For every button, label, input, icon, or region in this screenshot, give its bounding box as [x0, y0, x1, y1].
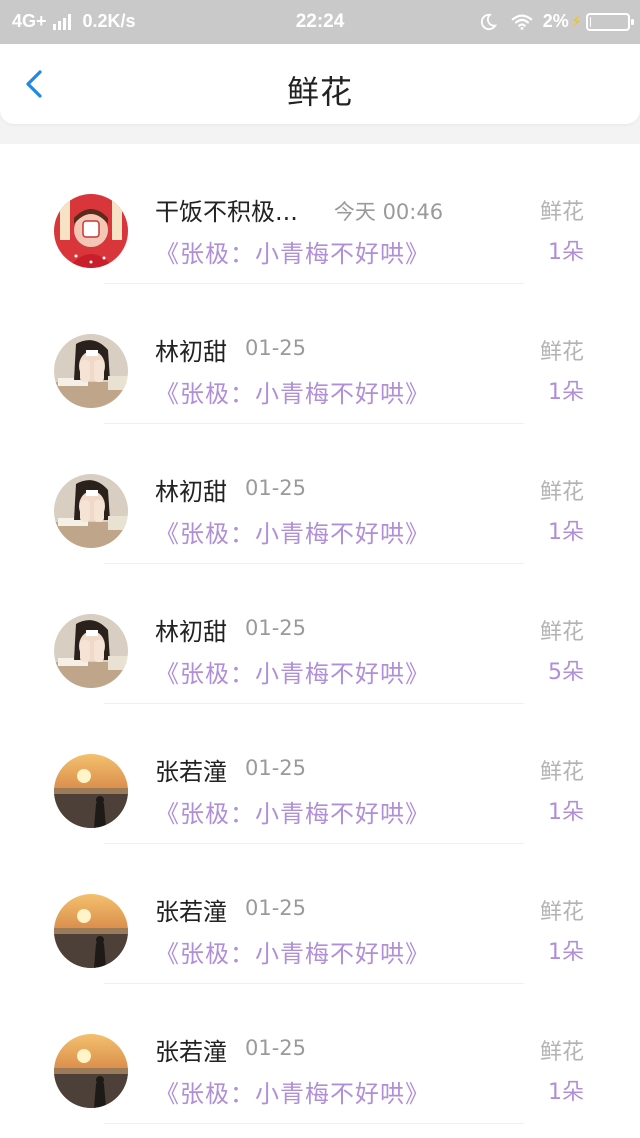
gift-type: 鲜花	[539, 340, 584, 365]
gift-type: 鲜花	[539, 200, 584, 225]
gift-time: 01-25	[245, 616, 307, 640]
gift-count: 1朵	[548, 520, 584, 545]
gift-type: 鲜花	[539, 760, 584, 785]
sunset-beach-avatar[interactable]	[54, 1034, 128, 1108]
battery-fill	[590, 16, 591, 27]
book-title[interactable]: 《张极：小青梅不好哄》	[155, 654, 430, 689]
girl-photo-avatar[interactable]	[54, 474, 128, 548]
user-name: 林初甜	[155, 338, 227, 366]
gift-time: 今天 00:46	[333, 200, 444, 224]
gift-time: 01-25	[245, 1036, 307, 1060]
gift-type: 鲜花	[539, 900, 584, 925]
sunset-beach-avatar[interactable]	[54, 894, 128, 968]
user-name: 林初甜	[155, 618, 227, 646]
gift-count: 5朵	[548, 660, 584, 685]
list-item[interactable]: 干饭不积极... 今天 00:46 《张极：小青梅不好哄》 鲜花 1朵	[0, 144, 640, 284]
book-title[interactable]: 《张极：小青梅不好哄》	[155, 1074, 430, 1109]
wifi-icon	[511, 13, 533, 30]
user-name: 张若潼	[155, 898, 227, 926]
book-title[interactable]: 《张极：小青梅不好哄》	[155, 234, 430, 269]
book-title[interactable]: 《张极：小青梅不好哄》	[155, 514, 430, 549]
gift-count: 1朵	[548, 240, 584, 265]
list-item[interactable]: 林初甜 01-25 《张极：小青梅不好哄》 鲜花 1朵	[0, 424, 640, 564]
gift-count: 1朵	[548, 380, 584, 405]
list-item[interactable]: 张若潼 01-25 《张极：小青梅不好哄》 鲜花 1朵	[0, 984, 640, 1124]
book-title[interactable]: 《张极：小青梅不好哄》	[155, 374, 430, 409]
gift-time: 01-25	[245, 756, 307, 780]
gift-time: 01-25	[245, 336, 307, 360]
gift-type: 鲜花	[539, 1040, 584, 1065]
gift-type: 鲜花	[539, 480, 584, 505]
user-name: 张若潼	[155, 758, 227, 786]
book-title[interactable]: 《张极：小青梅不好哄》	[155, 934, 430, 969]
sunset-beach-avatar[interactable]	[54, 754, 128, 828]
user-name: 张若潼	[155, 1038, 227, 1066]
divider	[104, 1123, 524, 1124]
nav-bar: 鲜花	[0, 44, 640, 124]
user-name: 林初甜	[155, 478, 227, 506]
list-item[interactable]: 张若潼 01-25 《张极：小青梅不好哄》 鲜花 1朵	[0, 704, 640, 844]
flower-gift-list: 干饭不积极... 今天 00:46 《张极：小青梅不好哄》 鲜花 1朵 林初甜 …	[0, 144, 640, 1138]
girl-photo-avatar[interactable]	[54, 614, 128, 688]
user-name: 干饭不积极...	[155, 198, 298, 226]
battery-icon	[586, 12, 634, 31]
gift-count: 1朵	[548, 800, 584, 825]
red-cartoon-avatar[interactable]	[54, 194, 128, 268]
status-bar: 4G+ 0.2K/s 22:24 2% ⚡	[0, 0, 640, 44]
gift-time: 01-25	[245, 896, 307, 920]
gift-count: 1朵	[548, 1080, 584, 1105]
gift-type: 鲜花	[539, 620, 584, 645]
list-item[interactable]: 林初甜 01-25 《张极：小青梅不好哄》 鲜花 1朵	[0, 284, 640, 424]
gift-count: 1朵	[548, 940, 584, 965]
page-title: 鲜花	[286, 73, 353, 111]
gift-time: 01-25	[245, 476, 307, 500]
list-item[interactable]: 林初甜 01-25 《张极：小青梅不好哄》 鲜花 5朵	[0, 564, 640, 704]
book-title[interactable]: 《张极：小青梅不好哄》	[155, 794, 430, 829]
charging-icon: ⚡	[570, 13, 582, 31]
girl-photo-avatar[interactable]	[54, 334, 128, 408]
list-item[interactable]: 张若潼 01-25 《张极：小青梅不好哄》 鲜花 1朵	[0, 844, 640, 984]
battery-percent: 2%	[542, 11, 569, 31]
moon-icon	[480, 13, 497, 30]
